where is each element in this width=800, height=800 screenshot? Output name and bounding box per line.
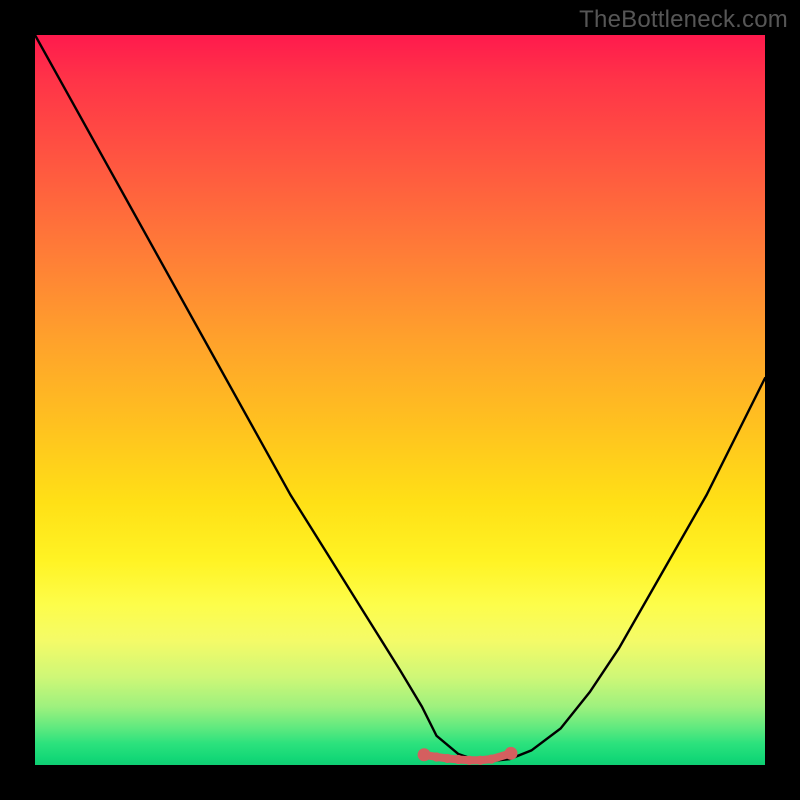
- bottleneck-curve: [35, 35, 765, 761]
- watermark-text: TheBottleneck.com: [579, 6, 788, 34]
- plot-area: [35, 35, 765, 765]
- outer-frame: TheBottleneck.com: [0, 0, 800, 800]
- plateau-dot: [418, 748, 431, 761]
- plateau-dot: [504, 747, 517, 760]
- curve-layer: [35, 35, 765, 765]
- plateau-markers: [418, 747, 518, 765]
- plateau-dot: [487, 755, 496, 764]
- plateau-dot: [432, 752, 441, 761]
- plateau-dot: [476, 756, 485, 765]
- plateau-dot: [465, 756, 474, 765]
- plateau-dot: [443, 754, 452, 763]
- plateau-dot: [454, 755, 463, 764]
